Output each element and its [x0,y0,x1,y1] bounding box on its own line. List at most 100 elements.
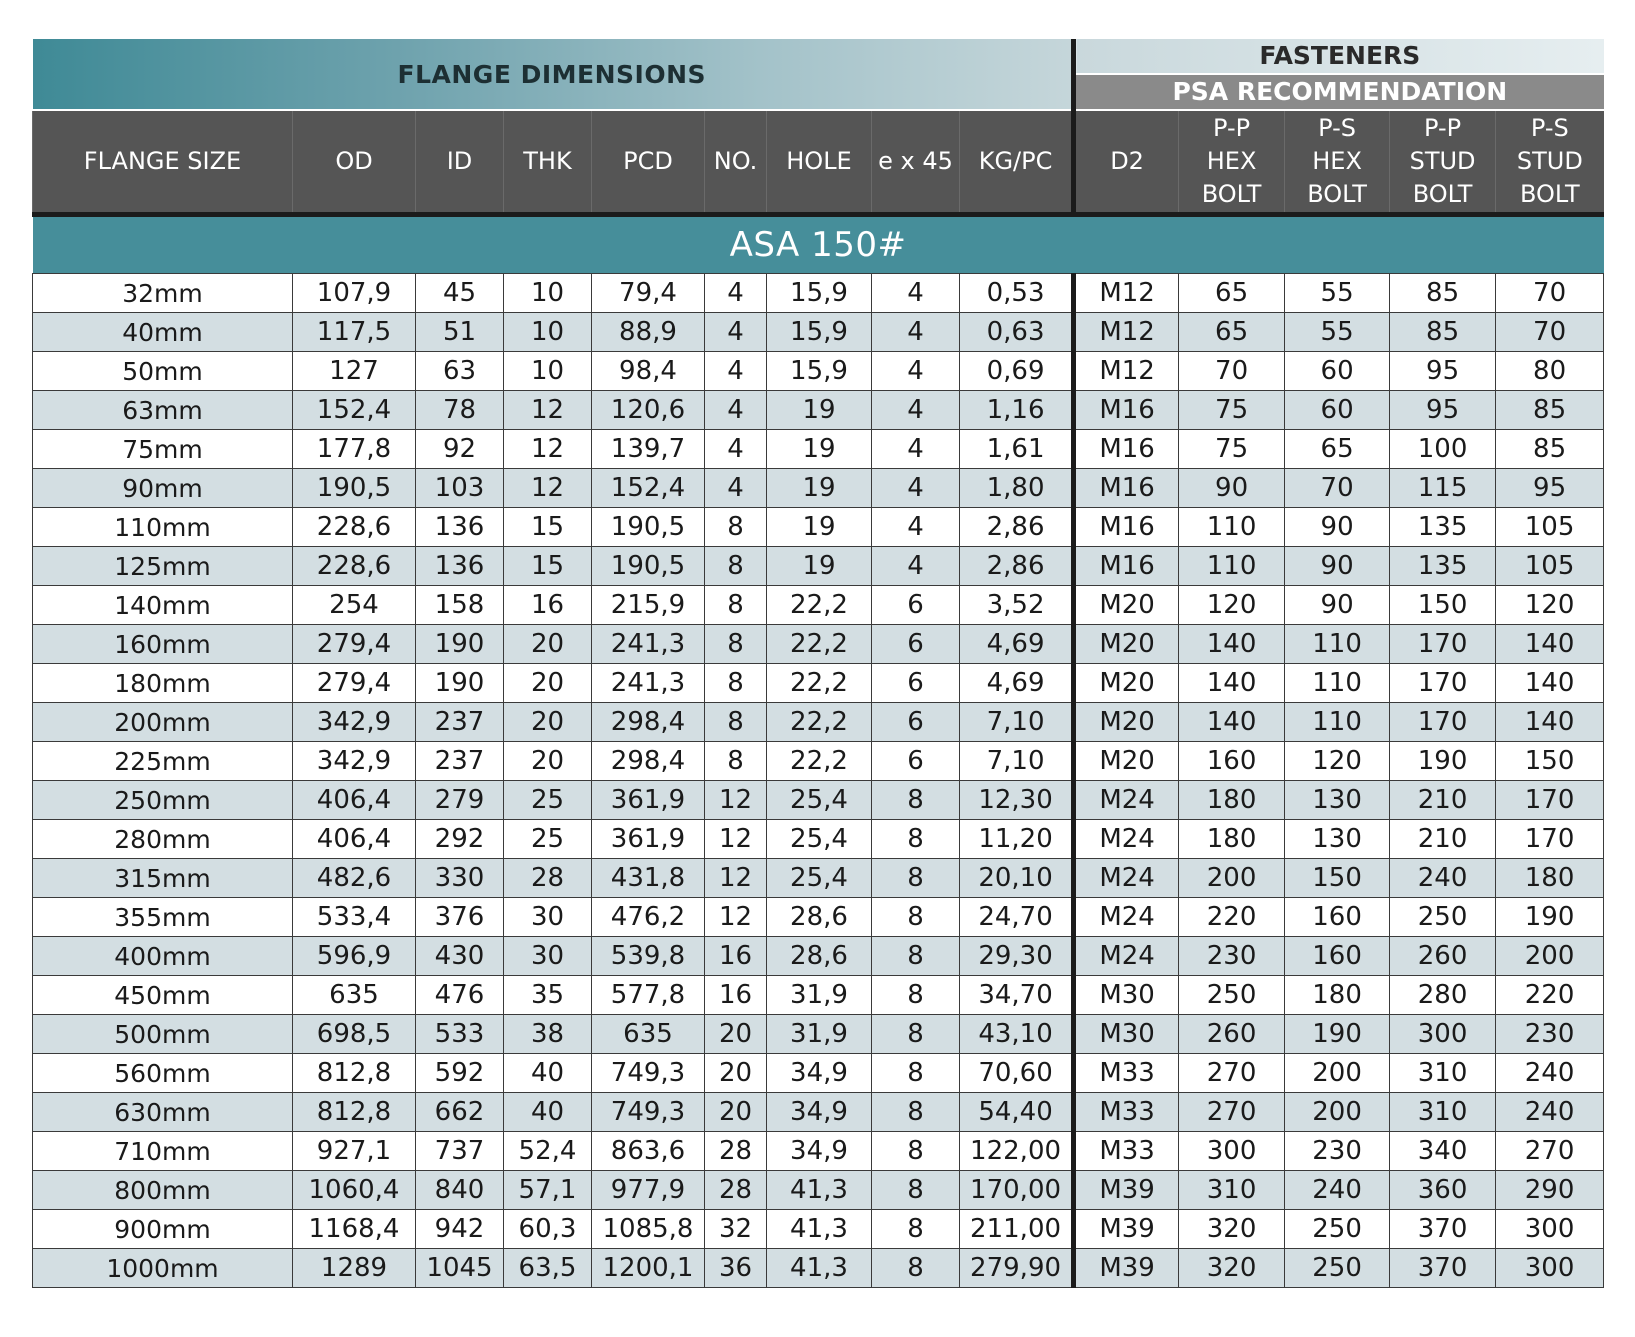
cell-no: 20 [704,1053,767,1093]
cell-ps-hex-bolt: 110 [1284,624,1391,664]
cell-thk: 12 [503,468,592,508]
cell-no: 4 [704,468,767,508]
cell-ps-hex-bolt: 90 [1284,507,1391,547]
cell-od: 596,9 [292,936,416,976]
header-line: P-S [1318,114,1356,142]
cell-d2: M24 [1073,819,1180,859]
cell-kg-pc: 1,61 [958,429,1077,469]
cell-d2: M24 [1073,780,1180,820]
cell-e-x-45: 8 [871,897,960,937]
cell-ps-hex-bolt: 160 [1284,936,1391,976]
cell-pp-stud-bolt: 370 [1389,1209,1497,1249]
cell-ps-hex-bolt: 60 [1284,351,1391,391]
cell-flange-size: 75mm [32,429,293,469]
cell-od: 177,8 [292,429,416,469]
cell-pp-stud-bolt: 135 [1389,546,1497,586]
cell-flange-size: 710mm [32,1131,293,1171]
cell-d2: M12 [1073,351,1180,391]
cell-id: 136 [415,546,504,586]
cell-flange-size: 125mm [32,546,293,586]
cell-pp-hex-bolt: 110 [1178,546,1286,586]
cell-thk: 30 [503,897,592,937]
cell-d2: M30 [1073,1014,1180,1054]
cell-flange-size: 450mm [32,975,293,1015]
cell-thk: 35 [503,975,592,1015]
cell-pp-stud-bolt: 210 [1389,819,1497,859]
flange-table: FLANGE DIMENSIONS FASTENERS PSA RECOMMEN… [32,39,1605,1288]
cell-ps-hex-bolt: 60 [1284,390,1391,430]
cell-pp-stud-bolt: 340 [1389,1131,1497,1171]
cell-flange-size: 180mm [32,663,293,703]
cell-pcd: 139,7 [591,429,705,469]
cell-pp-hex-bolt: 160 [1178,741,1286,781]
cell-pcd: 298,4 [591,702,705,742]
table-row: 32mm 107,9 45 10 79,4 4 15,9 4 0,53 M12 65 55 85 70 [32,273,1605,313]
cell-kg-pc: 54,40 [958,1092,1077,1132]
cell-e-x-45: 4 [871,429,960,469]
cell-no: 20 [704,1014,767,1054]
cell-thk: 10 [503,351,592,391]
cell-ps-stud-bolt: 300 [1495,1209,1605,1249]
cell-pcd: 1200,1 [591,1248,705,1288]
cell-flange-size: 560mm [32,1053,293,1093]
cell-pcd: 361,9 [591,819,705,859]
cell-ps-stud-bolt: 240 [1495,1092,1605,1132]
cell-no: 20 [704,1092,767,1132]
cell-hole: 15,9 [766,273,872,313]
cell-flange-size: 250mm [32,780,293,820]
cell-ps-stud-bolt: 300 [1495,1248,1605,1288]
cell-e-x-45: 4 [871,312,960,352]
cell-id: 45 [415,273,504,313]
cell-e-x-45: 6 [871,585,960,625]
cell-flange-size: 800mm [32,1170,293,1210]
cell-pcd: 863,6 [591,1131,705,1171]
cell-pp-stud-bolt: 170 [1389,624,1497,664]
cell-pcd: 88,9 [591,312,705,352]
cell-e-x-45: 4 [871,546,960,586]
cell-pp-hex-bolt: 180 [1178,780,1286,820]
cell-ps-hex-bolt: 65 [1284,429,1391,469]
cell-id: 158 [415,585,504,625]
cell-kg-pc: 11,20 [958,819,1077,859]
cell-hole: 22,2 [766,585,872,625]
cell-ps-hex-bolt: 180 [1284,975,1391,1015]
cell-id: 237 [415,741,504,781]
table-row: 225mm 342,9 237 20 298,4 8 22,2 6 7,10 M20 160 120 1… [32,741,1605,781]
cell-flange-size: 32mm [32,273,293,313]
cell-ps-hex-bolt: 110 [1284,663,1391,703]
cell-pp-stud-bolt: 150 [1389,585,1497,625]
cell-e-x-45: 6 [871,741,960,781]
cell-pcd: 98,4 [591,351,705,391]
cell-hole: 31,9 [766,1014,872,1054]
header-pp-hex-bolt: P-P HEX BOLT [1178,110,1285,217]
cell-kg-pc: 0,53 [958,273,1077,313]
cell-pp-hex-bolt: 320 [1178,1209,1286,1249]
cell-d2: M33 [1073,1053,1180,1093]
cell-id: 1045 [415,1248,504,1288]
cell-ps-hex-bolt: 120 [1284,741,1391,781]
cell-od: 406,4 [292,819,416,859]
header-line: BOLT [1201,180,1262,208]
cell-od: 1168,4 [292,1209,416,1249]
cell-pcd: 190,5 [591,507,705,547]
table-body: 32mm 107,9 45 10 79,4 4 15,9 4 0,53 M12 65 55 85 70 40… [32,273,1605,1288]
cell-hole: 22,2 [766,702,872,742]
cell-id: 737 [415,1131,504,1171]
cell-od: 342,9 [292,702,416,742]
cell-e-x-45: 8 [871,1014,960,1054]
cell-ps-stud-bolt: 140 [1495,702,1605,742]
cell-kg-pc: 7,10 [958,741,1077,781]
table-row: 450mm 635 476 35 577,8 16 31,9 8 34,70 M30 250 180 2… [32,975,1605,1015]
cell-pp-hex-bolt: 120 [1178,585,1286,625]
cell-od: 812,8 [292,1053,416,1093]
cell-thk: 12 [503,390,592,430]
cell-pp-stud-bolt: 370 [1389,1248,1497,1288]
cell-pp-stud-bolt: 210 [1389,780,1497,820]
cell-d2: M33 [1073,1092,1180,1132]
cell-od: 1060,4 [292,1170,416,1210]
cell-e-x-45: 8 [871,1209,960,1249]
cell-thk: 60,3 [503,1209,592,1249]
cell-e-x-45: 8 [871,1053,960,1093]
cell-d2: M20 [1073,741,1180,781]
cell-flange-size: 280mm [32,819,293,859]
